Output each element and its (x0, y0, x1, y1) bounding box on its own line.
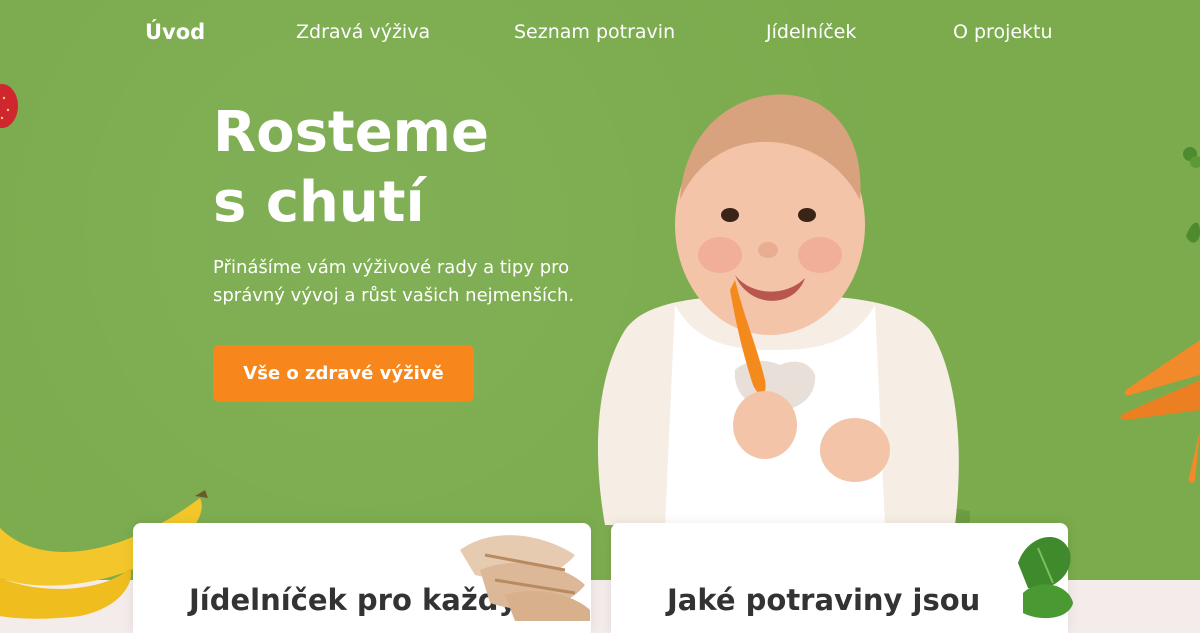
hero-subtitle: Přinášíme vám výživové rady a tipy pro s… (213, 257, 575, 306)
nav-item-jidelnicek[interactable]: Jídelníček (766, 21, 856, 43)
chicken-image (460, 535, 590, 621)
hero-title: Rosteme s chutí (213, 98, 489, 238)
healthy-nutrition-button[interactable]: Vše o zdravé výživě (213, 345, 474, 402)
spinach-image (1018, 536, 1073, 619)
main-navigation: Úvod Zdravá výživa Seznam potravin Jídel… (0, 0, 1200, 70)
strawberry-image (0, 84, 18, 128)
hero-title-line-2: s chutí (213, 170, 425, 235)
nav-item-zdrava-vyziva[interactable]: Zdravá výživa (296, 21, 430, 43)
carrot-image (1120, 340, 1200, 483)
nav-item-uvod[interactable]: Úvod (145, 20, 205, 44)
nav-item-seznam-potravin[interactable]: Seznam potravin (514, 21, 675, 43)
hero-title-line-1: Rosteme (213, 100, 490, 165)
peas-image (1183, 147, 1200, 243)
baby-photo (597, 94, 970, 525)
foods-card[interactable]: Jaké potraviny jsou (611, 523, 1068, 633)
card-title: Jaké potraviny jsou (667, 583, 981, 617)
nav-item-o-projektu[interactable]: O projektu (953, 21, 1053, 43)
